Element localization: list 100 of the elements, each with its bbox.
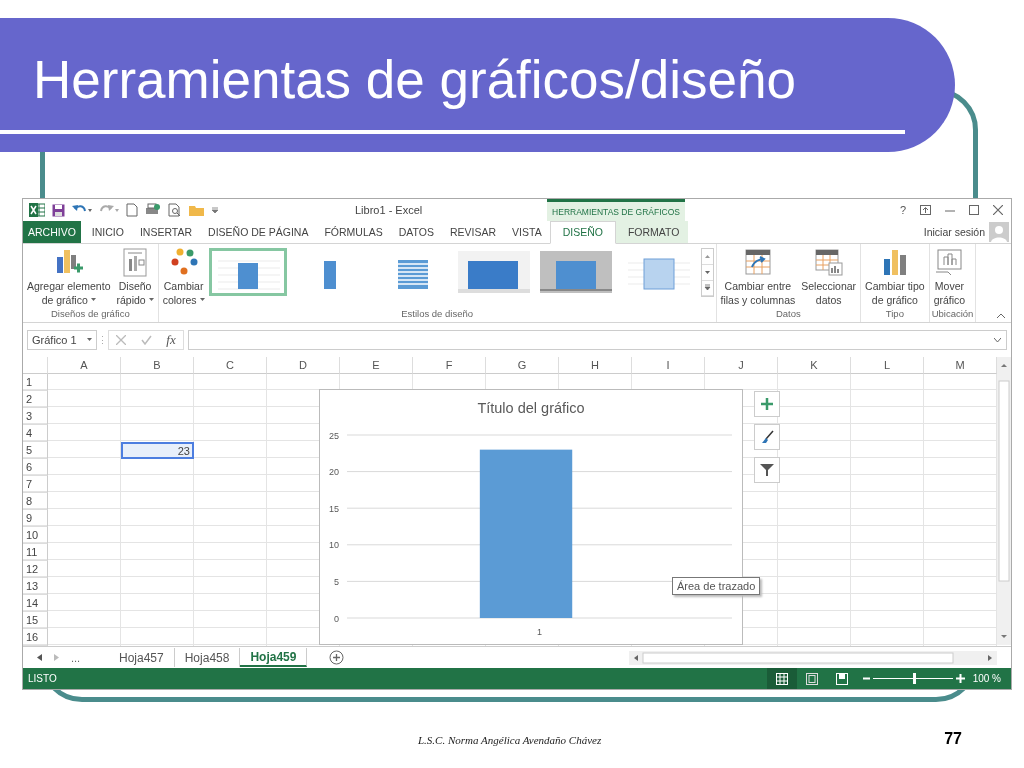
- column-header[interactable]: K: [778, 357, 851, 375]
- zoom-out-icon[interactable]: [862, 675, 870, 682]
- row-header[interactable]: 14: [23, 595, 48, 613]
- row-header[interactable]: 10: [23, 527, 48, 545]
- customize-caret-icon[interactable]: [212, 207, 218, 213]
- grid-view-icon: [775, 672, 788, 685]
- maximize-icon[interactable]: [969, 205, 979, 215]
- axis-label: 15: [329, 504, 339, 515]
- row-header[interactable]: 1: [23, 374, 48, 392]
- switch-rows-columns-icon: [742, 246, 773, 277]
- print-preview-icon[interactable]: [168, 203, 182, 217]
- ribbon-tab[interactable]: REVISAR: [441, 221, 505, 243]
- ribbon-tab[interactable]: DISEÑO: [549, 221, 616, 244]
- zoom-in-icon[interactable]: [955, 674, 965, 683]
- filter-icon: [760, 463, 774, 478]
- row-header[interactable]: 6: [23, 459, 48, 477]
- sign-in-link[interactable]: Iniciar sesión: [923, 225, 985, 238]
- add-sheet-icon[interactable]: [329, 650, 345, 666]
- window-title: Libro1 - Excel: [355, 204, 423, 216]
- more-sheets-button[interactable]: ...: [71, 651, 81, 664]
- gallery-scroll-control[interactable]: [700, 247, 714, 297]
- collapse-ribbon-icon[interactable]: [997, 312, 1005, 318]
- row-header[interactable]: 5: [23, 442, 48, 460]
- printer-icon[interactable]: [145, 203, 161, 217]
- row-header[interactable]: 4: [23, 425, 48, 443]
- name-box[interactable]: Gráfico 1: [27, 329, 97, 350]
- ribbon-display-icon[interactable]: [920, 205, 931, 215]
- ribbon-tab[interactable]: DISEÑO DE PÁGINA: [200, 221, 317, 243]
- ribbon-tab[interactable]: VISTA: [504, 221, 550, 243]
- column-header[interactable]: L: [851, 357, 924, 375]
- page-break-icon: [835, 672, 848, 685]
- zoom-slider-thumb[interactable]: [913, 673, 917, 684]
- chart-elements-button[interactable]: [754, 391, 780, 418]
- zoom-level[interactable]: 100 %: [972, 673, 1001, 684]
- vertical-scrollbar[interactable]: [997, 357, 1011, 646]
- axis-label: 20: [329, 467, 339, 478]
- insert-function-button[interactable]: fx: [166, 331, 176, 348]
- row-header[interactable]: 15: [23, 612, 48, 630]
- row-header[interactable]: 11: [23, 544, 48, 562]
- row-header[interactable]: 16: [23, 629, 48, 647]
- save-icon[interactable]: [52, 203, 65, 217]
- column-header[interactable]: H: [559, 357, 632, 375]
- ribbon-command[interactable]: Cambiar entre filas y columnas: [718, 246, 798, 307]
- ribbon-command[interactable]: Diseño rápido: [114, 246, 156, 307]
- previous-sheet-icon[interactable]: [37, 654, 42, 662]
- tooltip: Área de trazado: [672, 577, 761, 596]
- table-cell[interactable]: 23: [121, 442, 194, 460]
- slide-title: Herramientas de gráficos/diseño: [33, 50, 797, 110]
- ribbon-command[interactable]: Cambiar colores: [160, 246, 207, 307]
- group-label: Diseños de gráfico: [50, 307, 131, 321]
- group-label: Ubicación: [931, 307, 974, 321]
- ribbon-tab[interactable]: FORMATO: [615, 221, 692, 243]
- close-icon[interactable]: [993, 205, 1003, 215]
- ribbon-tab[interactable]: INSERTAR: [131, 221, 201, 243]
- row-header[interactable]: 8: [23, 493, 48, 511]
- help-button[interactable]: ?: [899, 204, 906, 216]
- checkmark-icon[interactable]: [140, 334, 152, 345]
- row-header[interactable]: 7: [23, 476, 48, 494]
- chart-styles-button[interactable]: [754, 424, 780, 451]
- chart-title: Título del gráfico: [476, 400, 586, 417]
- formula-input[interactable]: [188, 329, 1007, 350]
- page-layout-icon: [805, 672, 818, 685]
- ribbon-tab[interactable]: FÓRMULAS: [316, 221, 391, 243]
- chart-style-thumbnail[interactable]: [208, 248, 287, 297]
- column-header[interactable]: C: [194, 357, 267, 375]
- column-header[interactable]: M: [924, 357, 997, 375]
- ribbon-tab[interactable]: DATOS: [390, 221, 442, 243]
- column-header[interactable]: J: [705, 357, 778, 375]
- axis-label: 5: [334, 577, 339, 588]
- ribbon-command[interactable]: Agregar elemento de gráfico: [25, 246, 113, 307]
- ribbon-tab[interactable]: INICIO: [83, 221, 132, 243]
- column-header[interactable]: F: [413, 357, 486, 375]
- row-header[interactable]: 13: [23, 578, 48, 596]
- sheet-tab[interactable]: Hoja459: [240, 648, 308, 668]
- column-header[interactable]: I: [632, 357, 705, 375]
- row-header[interactable]: 2: [23, 391, 48, 409]
- ribbon-command[interactable]: Mover gráfico: [931, 246, 968, 307]
- column-header[interactable]: D: [267, 357, 340, 375]
- select-data-icon: [813, 246, 844, 277]
- sheet-tab[interactable]: Hoja457: [109, 648, 175, 668]
- spreadsheet-logo-icon[interactable]: [29, 203, 45, 217]
- slide-footer: L.S.C. Norma Angélica Avendaño Chávez: [418, 734, 602, 746]
- new-document-icon[interactable]: [126, 203, 138, 217]
- horizontal-scrollbar[interactable]: [629, 650, 997, 665]
- axis-label: 0: [334, 613, 339, 624]
- plus-icon: [761, 398, 773, 411]
- ribbon-command[interactable]: Cambiar tipo de gráfico: [863, 246, 927, 307]
- column-header[interactable]: E: [340, 357, 413, 375]
- row-header[interactable]: 9: [23, 510, 48, 528]
- move-chart-icon: [934, 246, 965, 277]
- chart-filters-button[interactable]: [754, 457, 780, 484]
- column-header[interactable]: B: [121, 357, 194, 375]
- ribbon-tab[interactable]: ARCHIVO: [23, 221, 81, 243]
- row-header[interactable]: 3: [23, 408, 48, 426]
- expand-caret-icon[interactable]: [994, 337, 1001, 342]
- column-header[interactable]: G: [486, 357, 559, 375]
- column-header[interactable]: A: [48, 357, 121, 375]
- view-button[interactable]: [766, 668, 797, 689]
- ribbon-command[interactable]: Seleccionar datos: [799, 246, 859, 307]
- row-header[interactable]: 12: [23, 561, 48, 579]
